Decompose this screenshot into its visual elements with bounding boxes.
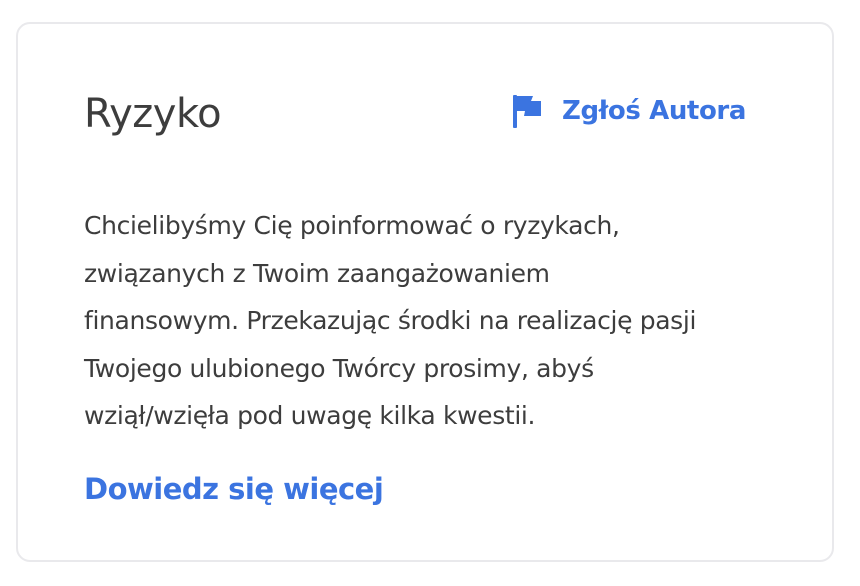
report-author-link[interactable]: Zgłoś Autora <box>512 94 746 128</box>
card-description: Chcielibyśmy Cię poinformować o ryzykach… <box>84 211 697 430</box>
flag-icon <box>512 94 542 128</box>
report-author-label: Zgłoś Autora <box>562 96 746 126</box>
learn-more-link[interactable]: Dowiedz się więcej <box>84 472 384 506</box>
risk-card: Ryzyko Zgłoś Autora Chcielibyśmy Cię poi… <box>16 22 834 562</box>
card-title: Ryzyko <box>84 91 222 137</box>
